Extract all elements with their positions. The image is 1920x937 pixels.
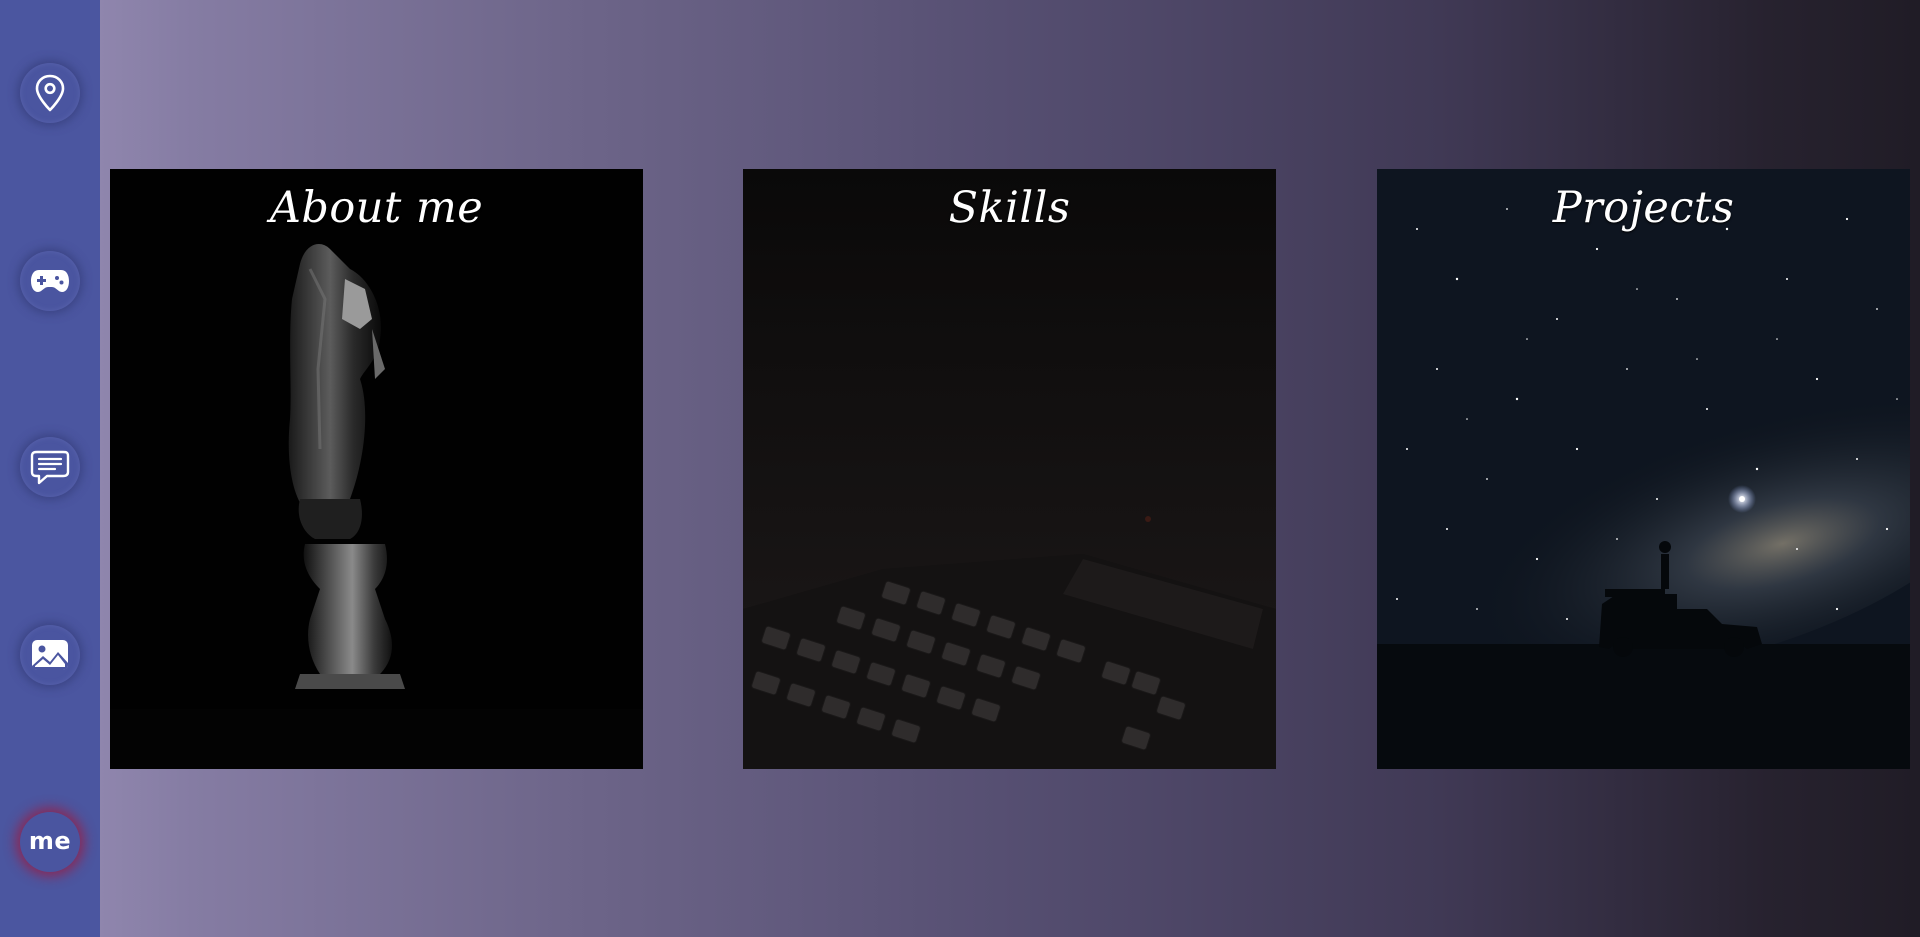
games-nav-button[interactable] [20,251,80,311]
location-nav-button[interactable] [20,63,80,123]
card-title-skills: Skills [948,183,1071,233]
image-icon [32,640,68,670]
keyboard-icon [743,169,1276,769]
me-avatar-button[interactable]: me [20,812,80,872]
card-title-projects: Projects [1552,183,1735,233]
sidebar: me [0,0,100,937]
chess-knight-icon [110,244,643,769]
location-pin-icon [35,74,65,112]
card-about-me[interactable]: About me [110,169,643,769]
card-title-about-me: About me [269,183,484,233]
gallery-nav-button[interactable] [20,625,80,685]
chat-icon [30,450,70,485]
card-skills[interactable]: Skills [743,169,1276,769]
chat-nav-button[interactable] [20,437,80,497]
gamepad-icon [31,270,69,292]
me-avatar-label: me [28,826,72,855]
starry-sky-icon [1377,169,1910,769]
card-projects[interactable]: Projects [1377,169,1910,769]
